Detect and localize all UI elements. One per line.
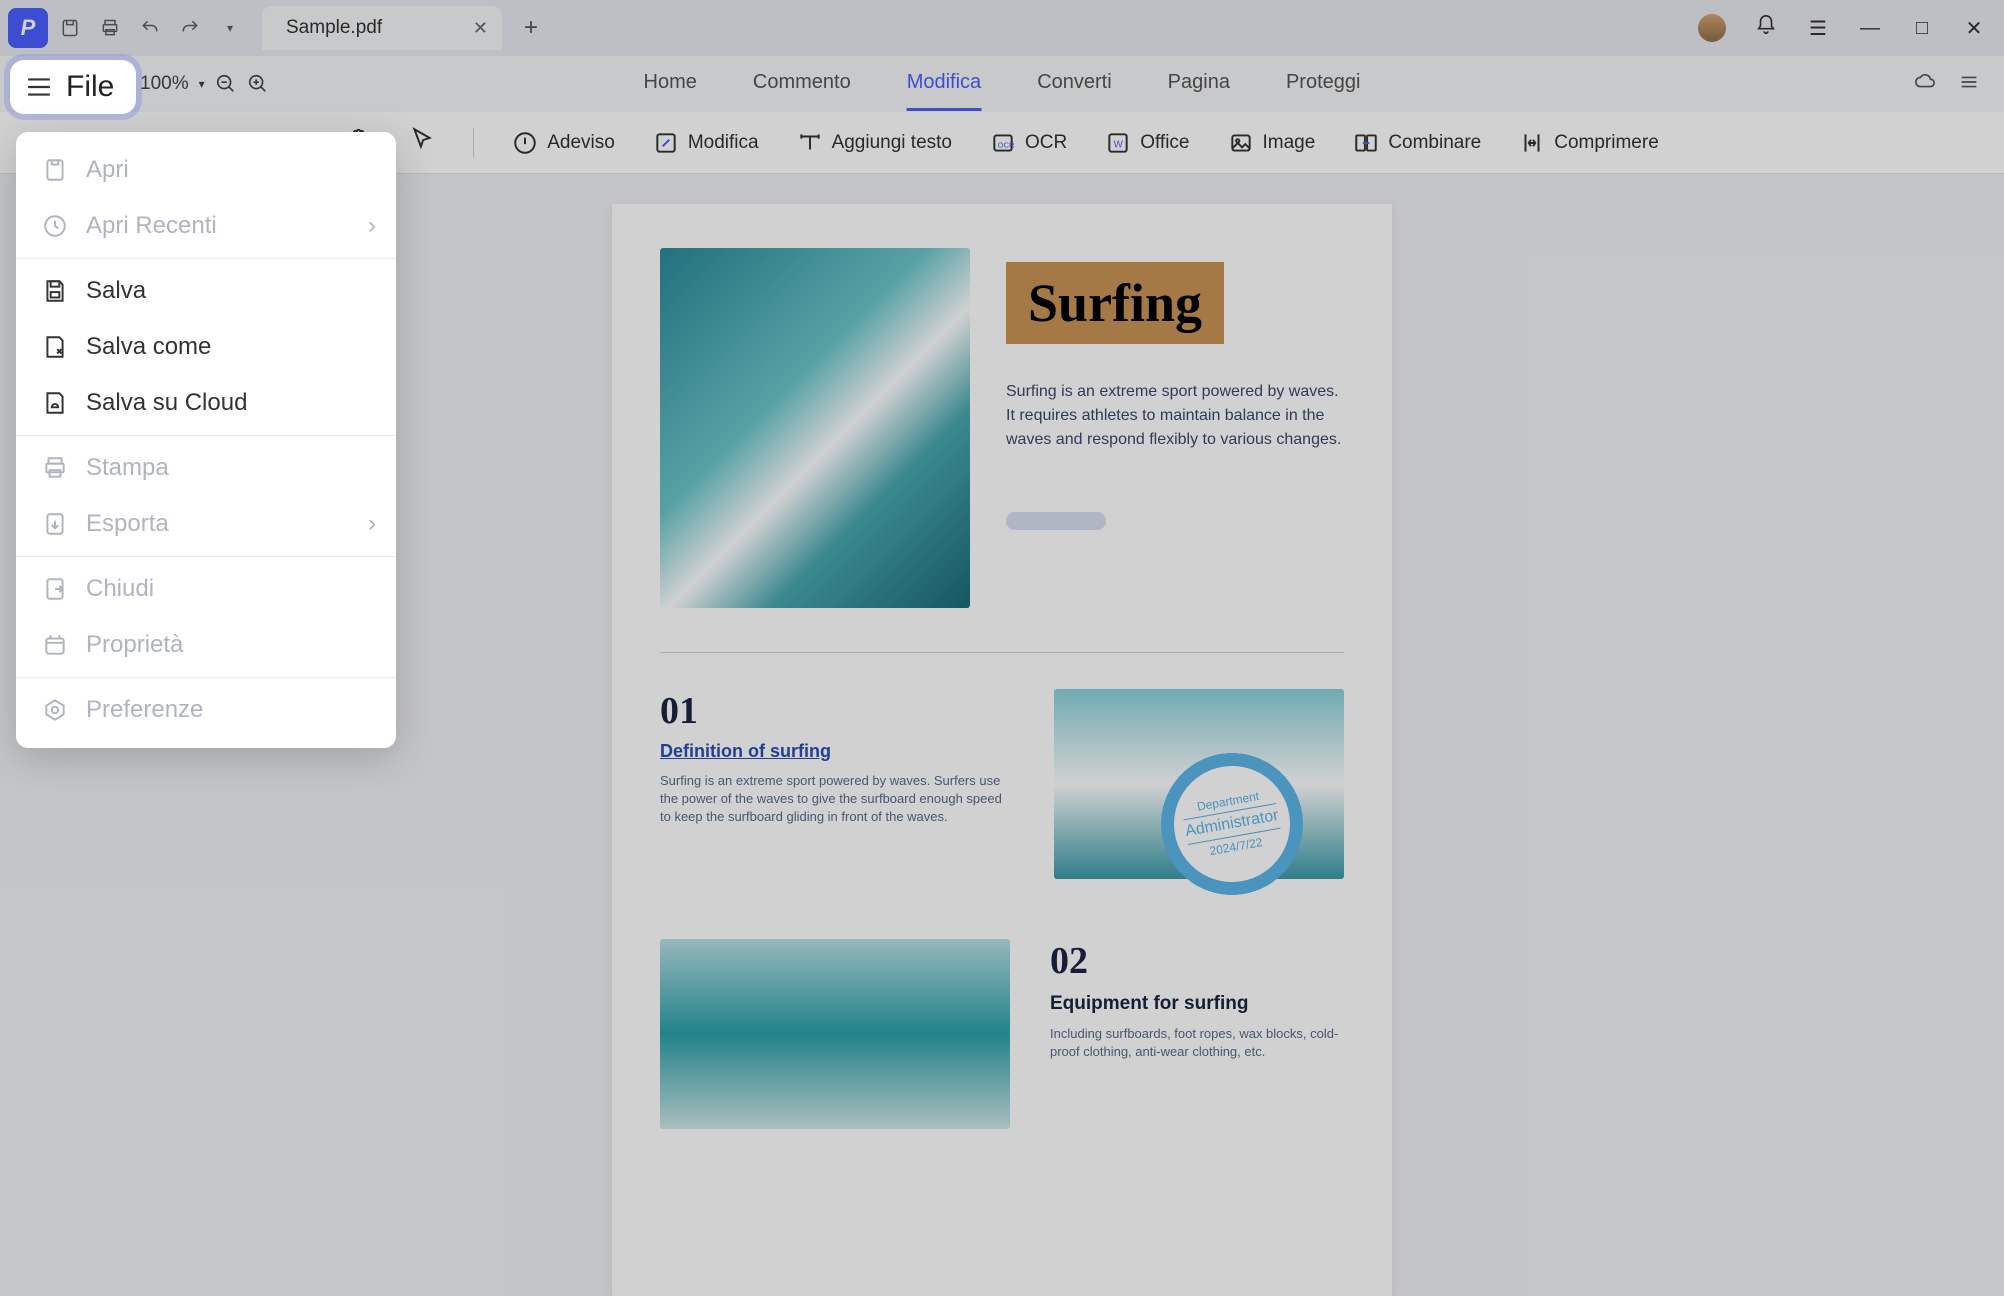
- file-menu-apri: Apri: [16, 142, 396, 198]
- menu-separator: [16, 677, 396, 678]
- menubar: 100% ▾ Home Commento Modifica Converti P…: [0, 56, 2004, 112]
- dropdown-quick-icon[interactable]: ▾: [212, 10, 248, 46]
- zoom-out-icon[interactable]: [215, 73, 237, 95]
- cloud-sync-icon[interactable]: [1914, 71, 1936, 98]
- section2-body: Including surfboards, foot ropes, wax bl…: [1050, 1025, 1344, 1061]
- nav-commento[interactable]: Commento: [753, 57, 851, 111]
- file-button-label: File: [66, 70, 114, 104]
- tool-aggiungi-testo[interactable]: Aggiungi testo: [797, 130, 952, 156]
- section2-heading: Equipment for surfing: [1050, 993, 1344, 1015]
- section1-number: 01: [660, 689, 1014, 733]
- section1-heading-link[interactable]: Definition of surfing: [660, 741, 1014, 762]
- file-menu-salva-come[interactable]: Salva come: [16, 319, 396, 375]
- file-menu-esporta: Esporta›: [16, 496, 396, 552]
- file-menu-button[interactable]: File: [10, 60, 136, 114]
- titlebar: P ▾ Sample.pdf ✕ + ☰ — □ ✕: [0, 0, 2004, 56]
- window-close[interactable]: ✕: [1962, 16, 1986, 41]
- tab-close-icon[interactable]: ✕: [473, 18, 488, 39]
- file-menu-preferenze: Preferenze: [16, 682, 396, 738]
- approval-stamp: Department Administrator 2024/7/22: [1162, 754, 1302, 894]
- new-tab-button[interactable]: +: [524, 14, 538, 42]
- file-menu-apri-recenti: Apri Recenti›: [16, 198, 396, 254]
- panels-icon[interactable]: [1958, 71, 1980, 98]
- toolbar-separator: [473, 128, 474, 158]
- tool-image[interactable]: Image: [1228, 130, 1316, 156]
- tab-label: Sample.pdf: [286, 17, 382, 39]
- hamburger-icon[interactable]: ☰: [1806, 16, 1830, 41]
- window-maximize[interactable]: □: [1910, 17, 1934, 40]
- nav-modifica[interactable]: Modifica: [907, 57, 981, 111]
- document-tab[interactable]: Sample.pdf ✕: [262, 6, 502, 50]
- app-logo[interactable]: P: [8, 8, 48, 48]
- tool-office[interactable]: WOffice: [1105, 130, 1189, 156]
- nav-home[interactable]: Home: [644, 57, 697, 111]
- tool-ocr[interactable]: OCROCR: [990, 130, 1067, 156]
- zoom-in-icon[interactable]: [247, 73, 269, 95]
- save-quickicon[interactable]: [52, 10, 88, 46]
- user-avatar[interactable]: [1698, 14, 1726, 42]
- nav-converti[interactable]: Converti: [1037, 57, 1111, 111]
- notifications-icon[interactable]: [1754, 14, 1778, 42]
- tool-adeviso[interactable]: Adeviso: [512, 130, 615, 156]
- file-menu-salva[interactable]: Salva: [16, 263, 396, 319]
- tool-modifica[interactable]: Modifica: [653, 130, 759, 156]
- select-tool-icon[interactable]: [409, 126, 435, 159]
- window-minimize[interactable]: —: [1858, 17, 1882, 40]
- tool-combinare[interactable]: Combinare: [1353, 130, 1481, 156]
- tool-comprimere[interactable]: Comprimere: [1519, 130, 1659, 156]
- menu-separator: [16, 556, 396, 557]
- menu-separator: [16, 435, 396, 436]
- section2-number: 02: [1050, 939, 1344, 983]
- nav-pagina[interactable]: Pagina: [1168, 57, 1230, 111]
- file-menu-proprietà: Proprietà: [16, 617, 396, 673]
- file-menu-stampa: Stampa: [16, 440, 396, 496]
- zoom-value: 100%: [140, 73, 189, 95]
- undo-icon[interactable]: [132, 10, 168, 46]
- svg-text:W: W: [1114, 139, 1124, 150]
- menu-separator: [16, 258, 396, 259]
- section1-body: Surfing is an extreme sport powered by w…: [660, 772, 1014, 827]
- file-dropdown: ApriApri Recenti› SalvaSalva comeSalva su…: [16, 132, 396, 748]
- placeholder-pill: [1006, 512, 1106, 530]
- doc-title: Surfing: [1006, 262, 1224, 344]
- main-nav: Home Commento Modifica Converti Pagina P…: [644, 57, 1361, 111]
- svg-text:OCR: OCR: [998, 140, 1015, 149]
- nav-proteggi[interactable]: Proteggi: [1286, 57, 1361, 111]
- zoom-controls: 100% ▾: [140, 73, 269, 95]
- divider: [660, 652, 1344, 653]
- zoom-dropdown-icon[interactable]: ▾: [199, 77, 205, 91]
- print-quickicon[interactable]: [92, 10, 128, 46]
- doc-intro: Surfing is an extreme sport powered by w…: [1006, 380, 1344, 452]
- file-menu-chiudi: Chiudi: [16, 561, 396, 617]
- redo-icon[interactable]: [172, 10, 208, 46]
- file-menu-salva-su-cloud[interactable]: Salva su Cloud: [16, 375, 396, 431]
- section2-image: [660, 939, 1010, 1129]
- hero-image: [660, 248, 970, 608]
- pdf-page: Surfing Surfing is an extreme sport powe…: [612, 204, 1392, 1296]
